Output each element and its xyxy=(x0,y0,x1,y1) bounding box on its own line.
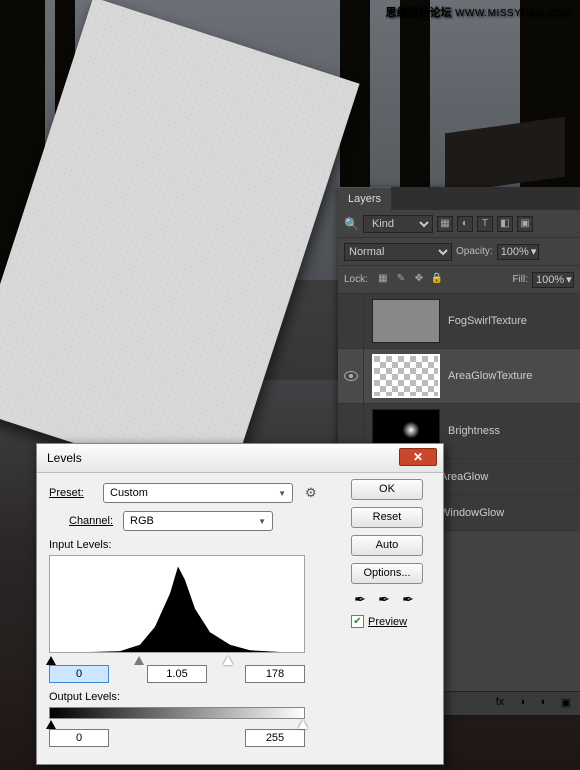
tab-layers[interactable]: Layers xyxy=(338,187,391,210)
input-highlight-slider[interactable] xyxy=(223,656,233,665)
opacity-value[interactable]: 100%▾ xyxy=(497,244,539,260)
mask-icon[interactable]: ◑ xyxy=(514,696,530,712)
lock-pixels-icon[interactable]: ✎ xyxy=(394,273,408,287)
output-highlight-slider[interactable] xyxy=(298,720,308,729)
preview-checkbox[interactable]: ✔ xyxy=(351,615,364,628)
opacity-label: Opacity: xyxy=(456,246,493,257)
layer-name[interactable]: AreaGlowTexture xyxy=(448,370,532,382)
filter-kind-select[interactable]: Kind xyxy=(363,215,433,233)
input-shadow-slider[interactable] xyxy=(46,656,56,665)
reset-button[interactable]: Reset xyxy=(351,507,423,528)
layer-row[interactable]: AreaGlowTexture xyxy=(338,349,580,404)
channel-select[interactable]: RGB▼ xyxy=(123,511,273,531)
watermark-text: 思缘设计论坛 xyxy=(385,7,451,19)
input-shadow-field[interactable] xyxy=(49,665,109,683)
white-eyedropper-icon[interactable]: ✒ xyxy=(399,591,417,609)
filter-pixel-icon[interactable]: ▦ xyxy=(437,216,453,232)
preset-select[interactable]: Custom▼ xyxy=(103,483,293,503)
ok-button[interactable]: OK xyxy=(351,479,423,500)
input-midtone-slider[interactable] xyxy=(134,656,144,665)
output-shadow-slider[interactable] xyxy=(46,720,56,729)
layer-thumbnail[interactable] xyxy=(372,354,440,398)
output-levels-label: Output Levels: xyxy=(49,691,431,703)
input-slider-track xyxy=(49,655,305,665)
search-icon: 🔍 xyxy=(344,217,359,231)
layer-row[interactable]: FogSwirlTexture xyxy=(338,294,580,349)
output-highlight-field[interactable] xyxy=(245,729,305,747)
fill-label: Fill: xyxy=(512,274,528,285)
lock-position-icon[interactable]: ✥ xyxy=(412,273,426,287)
channel-label: Channel: xyxy=(69,515,117,527)
lock-label: Lock: xyxy=(344,274,368,285)
filter-type-icon[interactable]: T xyxy=(477,216,493,232)
layer-name[interactable]: WindowGlow xyxy=(440,507,504,519)
group-icon[interactable]: ▣ xyxy=(558,696,574,712)
close-button[interactable]: ✕ xyxy=(399,448,437,466)
blend-mode-select[interactable]: Normal xyxy=(344,243,452,261)
panel-tabs: Layers xyxy=(338,187,580,210)
layer-thumbnail[interactable] xyxy=(372,299,440,343)
gray-eyedropper-icon[interactable]: ✒ xyxy=(375,591,393,609)
fx-icon[interactable]: fx xyxy=(492,696,508,712)
histogram-chart xyxy=(50,562,306,652)
titlebar[interactable]: Levels ✕ xyxy=(37,444,443,473)
filter-adjust-icon[interactable]: ◐ xyxy=(457,216,473,232)
gear-icon[interactable]: ⚙ xyxy=(305,485,321,501)
output-slider-track xyxy=(49,719,305,729)
layer-name[interactable]: Brightness xyxy=(448,425,500,437)
layer-name[interactable]: AreaGlow xyxy=(440,471,488,483)
options-button[interactable]: Options... xyxy=(351,563,423,584)
levels-dialog: Levels ✕ OK Reset Auto Options... ✒ ✒ ✒ … xyxy=(36,443,444,765)
black-eyedropper-icon[interactable]: ✒ xyxy=(351,591,369,609)
button-column: OK Reset Auto Options... ✒ ✒ ✒ ✔ Preview xyxy=(351,479,431,628)
dialog-title: Levels xyxy=(47,451,82,465)
visibility-toggle[interactable] xyxy=(338,294,364,348)
filter-shape-icon[interactable]: ◧ xyxy=(497,216,513,232)
filter-smart-icon[interactable]: ▣ xyxy=(517,216,533,232)
watermark: 思缘设计论坛 WWW.MISSYUAN.COM xyxy=(385,4,572,20)
histogram xyxy=(49,555,305,653)
adjustment-icon[interactable]: ◐ xyxy=(536,696,552,712)
output-shadow-field[interactable] xyxy=(49,729,109,747)
preset-label: Preset: xyxy=(49,487,97,499)
layer-name[interactable]: FogSwirlTexture xyxy=(448,315,527,327)
tree xyxy=(400,0,430,190)
lock-all-icon[interactable]: 🔒 xyxy=(430,273,444,287)
preview-label: Preview xyxy=(368,616,416,628)
fill-value[interactable]: 100%▾ xyxy=(532,272,574,288)
output-gradient xyxy=(49,707,305,719)
texture-layer-preview[interactable] xyxy=(0,0,360,493)
lock-transparent-icon[interactable]: ▦ xyxy=(376,273,390,287)
watermark-url: WWW.MISSYUAN.COM xyxy=(455,8,572,19)
auto-button[interactable]: Auto xyxy=(351,535,423,556)
visibility-toggle[interactable] xyxy=(338,349,364,403)
input-midtone-field[interactable] xyxy=(147,665,207,683)
eye-icon xyxy=(344,371,358,381)
input-highlight-field[interactable] xyxy=(245,665,305,683)
